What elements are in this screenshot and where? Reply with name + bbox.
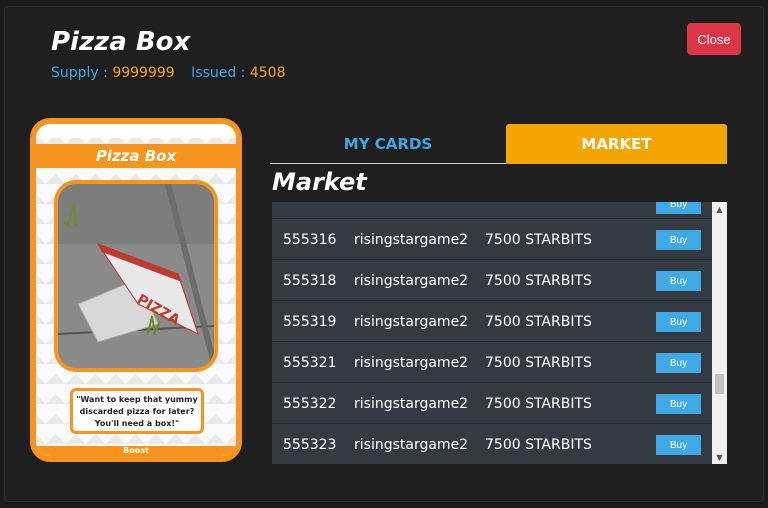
buy-button[interactable]: Buy bbox=[656, 271, 701, 291]
tab-my-cards[interactable]: MY CARDS bbox=[270, 124, 506, 164]
buy-button[interactable]: Buy bbox=[656, 230, 701, 250]
scroll-down-arrow-icon[interactable]: ▼ bbox=[712, 450, 727, 464]
card-stats: Supply : 9999999 Issued : 4508 bbox=[51, 65, 298, 81]
listing-id: 555321 bbox=[283, 354, 337, 371]
issued-value: 4508 bbox=[249, 65, 286, 81]
buy-button[interactable]: Buy bbox=[656, 353, 701, 373]
seller-name: risingstargame2 bbox=[354, 313, 469, 330]
market-listing-table[interactable]: Buy 555316 risingstargame2 7500 STARBITS… bbox=[272, 202, 727, 464]
pizza-box-illustration: PIZZA bbox=[58, 184, 214, 368]
table-row: 555322 risingstargame2 7500 STARBITS Buy bbox=[272, 383, 712, 424]
table-row-partial: Buy bbox=[272, 202, 712, 219]
seller-name: risingstargame2 bbox=[354, 354, 469, 371]
tab-market[interactable]: MARKET bbox=[506, 124, 727, 164]
table-row: 555321 risingstargame2 7500 STARBITS Buy bbox=[272, 342, 712, 383]
scroll-up-arrow-icon[interactable]: ▲ bbox=[712, 202, 727, 216]
seller-name: risingstargame2 bbox=[354, 395, 469, 412]
supply-label: Supply : bbox=[51, 65, 113, 81]
card-top-band bbox=[36, 124, 236, 138]
pizza-box-artwork: PIZZA bbox=[58, 184, 214, 368]
issued-label: Issued : bbox=[191, 65, 250, 81]
seller-name: risingstargame2 bbox=[354, 231, 469, 248]
table-row: 555319 risingstargame2 7500 STARBITS Buy bbox=[272, 301, 712, 342]
card-face: Pizza Box PIZZA "Want to keep that yummy… bbox=[36, 124, 236, 456]
listing-id: 555316 bbox=[283, 231, 337, 248]
listing-price: 7500 STARBITS bbox=[485, 231, 592, 248]
card-art-frame: PIZZA bbox=[54, 180, 218, 372]
listing-price: 7500 STARBITS bbox=[485, 272, 592, 289]
table-row: 555316 risingstargame2 7500 STARBITS Buy bbox=[272, 219, 712, 260]
card-description: "Want to keep that yummy discarded pizza… bbox=[70, 388, 204, 434]
seller-name: risingstargame2 bbox=[354, 436, 469, 453]
buy-button[interactable]: Buy bbox=[656, 435, 701, 455]
seller-name: risingstargame2 bbox=[354, 272, 469, 289]
card-name: Pizza Box bbox=[36, 144, 236, 168]
scrollbar-thumb[interactable] bbox=[715, 374, 724, 394]
card-footer: Boost bbox=[36, 446, 236, 456]
buy-button[interactable]: Buy bbox=[656, 312, 701, 332]
table-row: 555323 risingstargame2 7500 STARBITS Buy bbox=[272, 424, 712, 464]
tab-bar: MY CARDS MARKET bbox=[270, 118, 727, 164]
listing-price: 7500 STARBITS bbox=[485, 436, 592, 453]
buy-button[interactable]: Buy bbox=[656, 202, 701, 214]
card-title: Pizza Box bbox=[51, 27, 191, 57]
listing-price: 7500 STARBITS bbox=[485, 395, 592, 412]
listing-id: 555322 bbox=[283, 395, 337, 412]
card-image: Pizza Box PIZZA "Want to keep that yummy… bbox=[30, 118, 242, 462]
buy-button[interactable]: Buy bbox=[656, 394, 701, 414]
market-rows: Buy 555316 risingstargame2 7500 STARBITS… bbox=[272, 202, 712, 464]
listing-id: 555323 bbox=[283, 436, 337, 453]
listing-price: 7500 STARBITS bbox=[485, 313, 592, 330]
listing-price: 7500 STARBITS bbox=[485, 354, 592, 371]
market-title: Market bbox=[272, 168, 367, 196]
listing-id: 555319 bbox=[283, 313, 337, 330]
listing-id: 555318 bbox=[283, 272, 337, 289]
supply-value: 9999999 bbox=[112, 65, 175, 81]
table-row: 555318 risingstargame2 7500 STARBITS Buy bbox=[272, 260, 712, 301]
close-button[interactable]: Close bbox=[687, 23, 741, 55]
vertical-scrollbar[interactable]: ▲ ▼ bbox=[712, 202, 727, 464]
